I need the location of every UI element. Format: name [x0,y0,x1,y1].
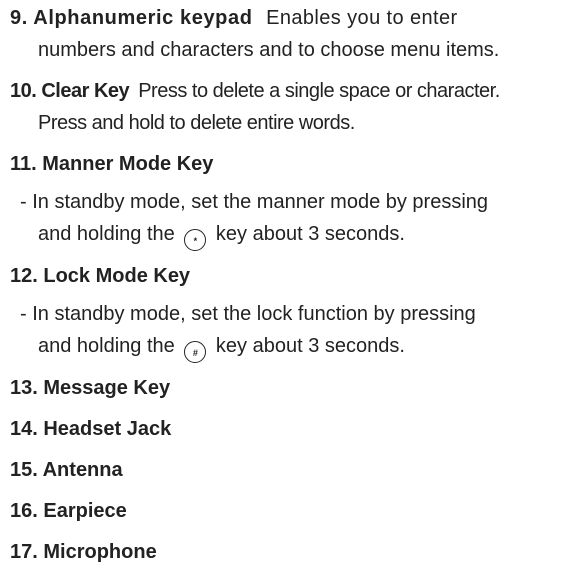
item-lock-mode-key: 12. Lock Mode Key - In standby mode, set… [10,260,566,363]
item-title: 11. Manner Mode Key [10,153,214,175]
item-text: Enables you to enter [266,7,458,29]
item-text: Press and hold to delete entire words. [38,112,355,134]
item-text: numbers and characters and to choose men… [38,39,500,61]
item-microphone: 17. Microphone [10,541,157,563]
item-antenna: 15. Antenna [10,459,123,481]
item-title: 10. Clear Key [10,80,130,102]
item-text: - In standby mode, set the lock function… [20,303,476,325]
item-text: key about 3 seconds. [215,335,405,357]
item-text: and holding the [38,335,175,357]
item-earpiece: 16. Earpiece [10,500,127,522]
item-text: and holding the [38,223,175,245]
item-text: key about 3 seconds. [215,223,405,245]
item-text: Press to delete a single space or charac… [138,80,500,102]
item-text: - In standby mode, set the manner mode b… [20,191,489,213]
manner-key-icon: * [184,229,207,251]
item-clear-key: 10. Clear Key Press to delete a single s… [10,75,566,139]
item-message-key: 13. Message Key [10,377,171,399]
item-title: 9. Alphanumeric keypad [10,7,253,29]
document-page: 9. Alphanumeric keypad Enables you to en… [10,2,566,568]
item-alphanumeric-keypad: 9. Alphanumeric keypad Enables you to en… [10,2,566,66]
lock-key-icon: # [184,341,207,363]
item-headset-jack: 14. Headset Jack [10,418,172,440]
item-manner-mode-key: 11. Manner Mode Key - In standby mode, s… [10,148,566,251]
item-title: 12. Lock Mode Key [10,265,191,287]
